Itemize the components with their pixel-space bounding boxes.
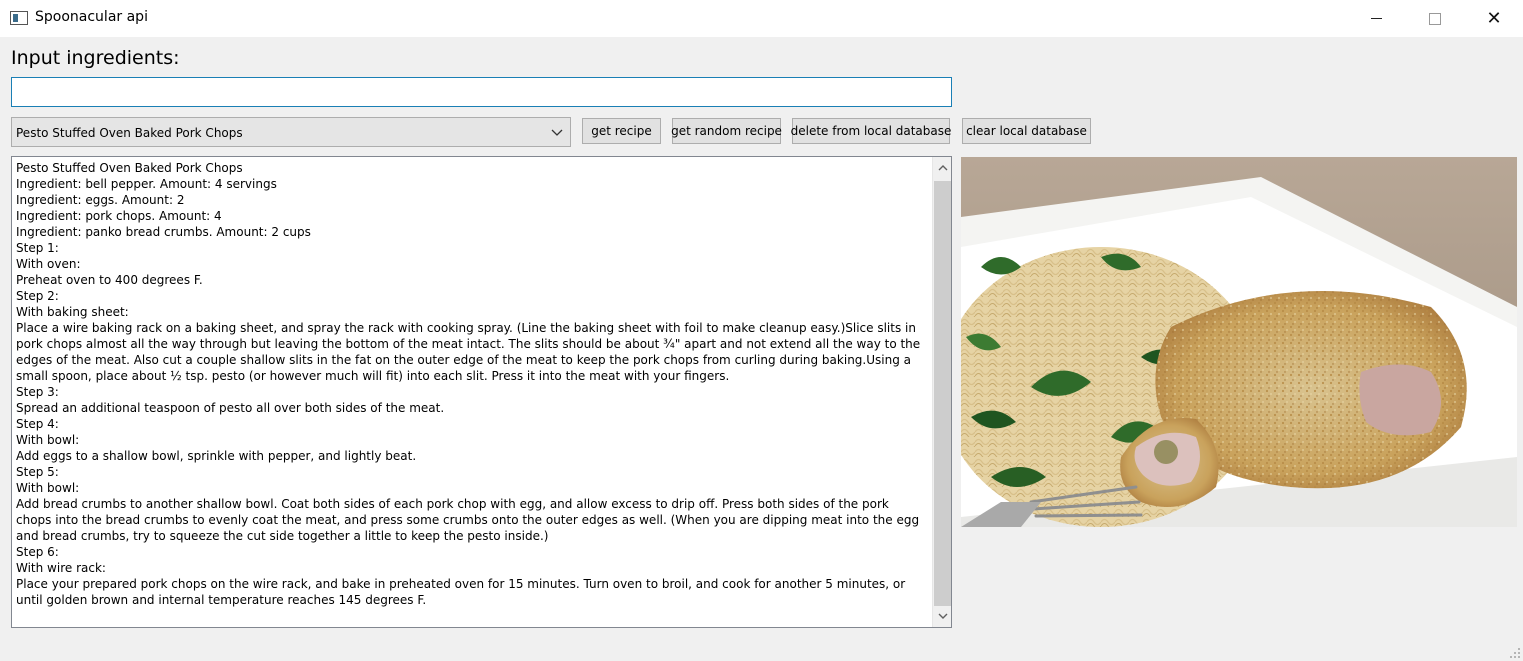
close-icon[interactable]: ✕ xyxy=(1465,0,1523,37)
window-title: Spoonacular api xyxy=(35,9,148,25)
recipe-text-line: With bowl: xyxy=(16,433,80,447)
recipe-text-line: Ingredient: eggs. Amount: 2 xyxy=(16,193,185,207)
recipe-dropdown-value: Pesto Stuffed Oven Baked Pork Chops xyxy=(16,126,243,140)
recipe-text-line: Ingredient: bell pepper. Amount: 4 servi… xyxy=(16,177,277,191)
delete-from-database-button[interactable]: delete from local database xyxy=(791,118,951,144)
clear-database-button[interactable]: clear local database xyxy=(962,118,1091,144)
get-random-recipe-button[interactable]: get random recipe xyxy=(671,118,782,144)
get-recipe-button[interactable]: get recipe xyxy=(582,118,661,144)
recipe-text-line: With wire rack: xyxy=(16,561,106,575)
recipe-text-line: With bowl: xyxy=(16,481,80,495)
recipe-text-line: Add eggs to a shallow bowl, sprinkle wit… xyxy=(16,449,417,463)
ingredients-input[interactable] xyxy=(11,77,952,107)
recipe-text-line: Step 4: xyxy=(16,417,59,431)
recipe-photo xyxy=(961,157,1517,527)
scroll-up-icon[interactable] xyxy=(933,159,951,177)
recipe-text-line: Step 6: xyxy=(16,545,59,559)
recipe-text-line: Step 2: xyxy=(16,289,59,303)
recipe-text-line: Preheat oven to 400 degrees F. xyxy=(16,273,203,287)
scrollbar-thumb[interactable] xyxy=(934,181,951,606)
recipe-dropdown[interactable]: Pesto Stuffed Oven Baked Pork Chops xyxy=(11,117,571,147)
recipe-text-line: With baking sheet: xyxy=(16,305,129,319)
recipe-text-line: Place a wire baking rack on a baking she… xyxy=(16,321,924,383)
recipe-text-line: Ingredient: panko bread crumbs. Amount: … xyxy=(16,225,311,239)
recipe-text-line: Step 3: xyxy=(16,385,59,399)
chevron-down-icon xyxy=(551,129,563,136)
recipe-text-line: Step 5: xyxy=(16,465,59,479)
recipe-text-line: Place your prepared pork chops on the wi… xyxy=(16,577,910,607)
vertical-scrollbar[interactable] xyxy=(932,157,951,627)
recipe-text-line: With oven: xyxy=(16,257,81,271)
app-window-icon xyxy=(10,11,28,25)
recipe-text-line: Ingredient: pork chops. Amount: 4 xyxy=(16,209,222,223)
scroll-down-icon[interactable] xyxy=(933,607,951,625)
recipe-text-line: Step 1: xyxy=(16,241,59,255)
recipe-text-area[interactable]: Pesto Stuffed Oven Baked Pork Chops Ingre… xyxy=(11,156,952,628)
recipe-text-line: Add bread crumbs to another shallow bowl… xyxy=(16,497,923,543)
resize-grip-icon[interactable] xyxy=(1509,647,1521,659)
minimize-icon[interactable] xyxy=(1347,0,1405,37)
ingredients-label: Input ingredients: xyxy=(11,47,180,69)
recipe-text-content: Pesto Stuffed Oven Baked Pork Chops Ingre… xyxy=(16,160,928,608)
recipe-text-line: Pesto Stuffed Oven Baked Pork Chops xyxy=(16,161,243,175)
recipe-text-line: Spread an additional teaspoon of pesto a… xyxy=(16,401,445,415)
title-bar: Spoonacular api ✕ xyxy=(0,0,1523,37)
maximize-icon[interactable] xyxy=(1406,0,1464,37)
